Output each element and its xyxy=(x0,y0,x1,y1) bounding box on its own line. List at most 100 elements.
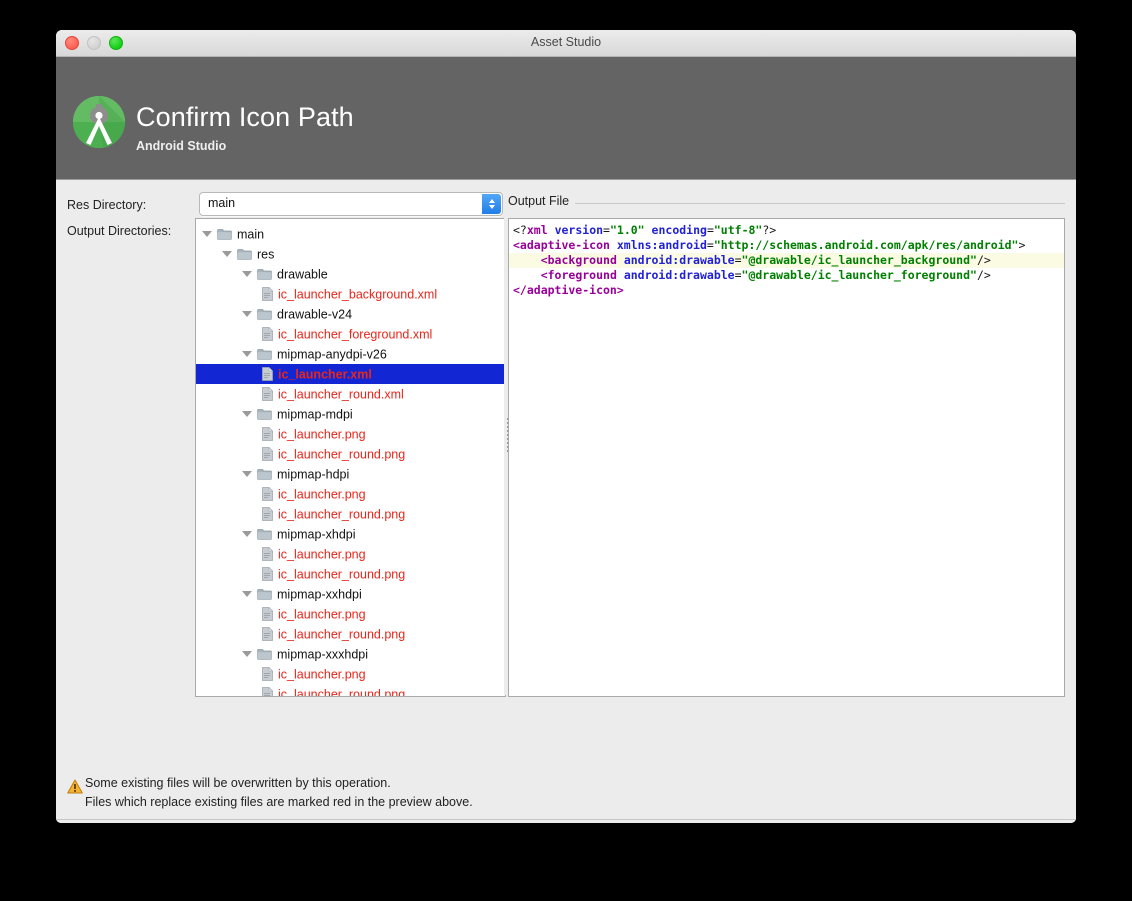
tree-row-label: mipmap-xxhdpi xyxy=(277,587,362,602)
header-text-block: Confirm Icon Path Android Studio xyxy=(136,101,354,154)
tree-row[interactable]: main xyxy=(196,224,505,244)
file-icon xyxy=(262,506,273,521)
code-token: android:drawable xyxy=(623,253,735,267)
tree-row-label: mipmap-xxxhdpi xyxy=(277,647,369,662)
window-title: Asset Studio xyxy=(530,35,602,49)
output-directories-tree[interactable]: main res drawable ic_launcher_background.xm… xyxy=(195,218,506,697)
file-icon xyxy=(262,446,273,461)
code-token: = xyxy=(706,238,714,252)
triangle-down-icon[interactable] xyxy=(242,530,252,537)
tree-row[interactable]: ic_launcher_foreground.xml xyxy=(196,324,505,344)
tree-row[interactable]: mipmap-mdpi xyxy=(196,404,505,424)
triangle-down-icon[interactable] xyxy=(222,250,232,257)
code-token: ?> xyxy=(762,223,777,237)
file-icon xyxy=(262,606,273,621)
triangle-down-icon[interactable] xyxy=(242,590,252,597)
chevron-updown-icon[interactable] xyxy=(482,194,501,214)
tree-row[interactable]: mipmap-xhdpi xyxy=(196,524,505,544)
tree-row-label: ic_launcher_background.xml xyxy=(278,287,438,302)
code-token: /> xyxy=(976,268,991,282)
code-token: "1.0" xyxy=(609,223,645,237)
code-token: </adaptive-icon> xyxy=(513,283,624,297)
tree-row[interactable]: drawable xyxy=(196,264,505,284)
dialog-footer: ? CancelPreviousNextFinish xyxy=(56,820,1076,823)
code-token: /> xyxy=(976,253,991,267)
file-icon xyxy=(262,286,273,301)
file-icon xyxy=(262,426,273,441)
code-token: <background xyxy=(540,253,617,267)
code-token: <foreground xyxy=(540,268,617,282)
tree-row-selected[interactable]: ic_launcher.xml xyxy=(196,364,505,384)
tree-row-label: drawable-v24 xyxy=(277,307,353,322)
tree-row[interactable]: mipmap-xxxhdpi xyxy=(196,644,505,664)
folder-icon xyxy=(217,228,232,240)
triangle-down-icon[interactable] xyxy=(242,270,252,277)
tree-row-label: ic_launcher.png xyxy=(278,487,366,502)
tree-row[interactable]: ic_launcher_round.xml xyxy=(196,384,505,404)
tree-row-label: main xyxy=(237,227,265,242)
warning-line-1: Some existing files will be overwritten … xyxy=(85,776,391,790)
tree-row[interactable]: ic_launcher_round.png xyxy=(196,564,505,584)
tree-row[interactable]: drawable-v24 xyxy=(196,304,505,324)
tree-row[interactable]: ic_launcher.png xyxy=(196,604,505,624)
page-title: Confirm Icon Path xyxy=(136,102,354,132)
file-icon xyxy=(262,626,273,641)
tree-row[interactable]: ic_launcher_background.xml xyxy=(196,284,505,304)
code-token: = xyxy=(734,253,742,267)
tree-row[interactable]: res xyxy=(196,244,505,264)
code-token: encoding xyxy=(651,223,707,237)
tree-row-label: ic_launcher.xml xyxy=(278,367,372,382)
tree-row[interactable]: mipmap-anydpi-v26 xyxy=(196,344,505,364)
triangle-down-icon[interactable] xyxy=(242,410,252,417)
code-token: "@drawable/ic_launcher_foreground" xyxy=(741,268,977,282)
tree-row[interactable]: ic_launcher_round.png xyxy=(196,684,505,697)
tree-row-label: mipmap-anydpi-v26 xyxy=(277,347,387,362)
tree-row-label: ic_launcher_round.png xyxy=(278,507,406,522)
tree-row-label: ic_launcher_round.png xyxy=(278,447,406,462)
tree-row[interactable]: ic_launcher_round.png xyxy=(196,444,505,464)
folder-icon xyxy=(257,408,272,420)
code-token: > xyxy=(1018,238,1026,252)
tree-row[interactable]: ic_launcher.png xyxy=(196,664,505,684)
tree-row-label: res xyxy=(257,247,275,262)
code-token: version xyxy=(554,223,604,237)
code-token: "@drawable/ic_launcher_background" xyxy=(741,253,977,267)
tree-row-label: ic_launcher_foreground.xml xyxy=(278,327,433,342)
tree-row-label: ic_launcher.png xyxy=(278,427,366,442)
output-file-group-label: Output File xyxy=(508,194,576,208)
code-token: <? xyxy=(513,223,527,237)
desktop-backdrop: Asset Studio Confirm Icon Path Android S… xyxy=(0,0,1132,901)
folder-icon xyxy=(257,528,272,540)
triangle-down-icon[interactable] xyxy=(242,470,252,477)
triangle-down-icon[interactable] xyxy=(242,310,252,317)
tree-row[interactable]: mipmap-xxhdpi xyxy=(196,584,505,604)
code-line-highlighted: <background android:drawable="@drawable/… xyxy=(509,253,1064,268)
output-file-separator xyxy=(508,203,1065,204)
res-directory-label: Res Directory: xyxy=(67,198,147,212)
tree-row[interactable]: mipmap-hdpi xyxy=(196,464,505,484)
code-line: <foreground android:drawable="@drawable/… xyxy=(509,268,1064,283)
folder-icon xyxy=(237,248,252,260)
triangle-down-icon[interactable] xyxy=(202,230,212,237)
folder-icon xyxy=(257,308,272,320)
folder-icon xyxy=(257,468,272,480)
window-titlebar[interactable]: Asset Studio xyxy=(56,30,1076,57)
res-directory-combobox[interactable]: main xyxy=(199,192,503,216)
warning-triangle-icon xyxy=(67,779,83,794)
warning-text: Some existing files will be overwritten … xyxy=(85,774,473,811)
tree-row[interactable]: ic_launcher_round.png xyxy=(196,624,505,644)
tree-row-label: ic_launcher.png xyxy=(278,607,366,622)
tree-row[interactable]: ic_launcher_round.png xyxy=(196,504,505,524)
file-icon xyxy=(262,546,273,561)
triangle-down-icon[interactable] xyxy=(242,650,252,657)
tree-row-label: ic_launcher_round.png xyxy=(278,687,406,697)
tree-row[interactable]: ic_launcher.png xyxy=(196,544,505,564)
output-file-preview[interactable]: <?xml version="1.0" encoding="utf-8"?> <a… xyxy=(508,218,1065,697)
tree-row[interactable]: ic_launcher.png xyxy=(196,484,505,504)
triangle-down-icon[interactable] xyxy=(242,350,252,357)
tree-row[interactable]: ic_launcher.png xyxy=(196,424,505,444)
tree-row-label: ic_launcher.png xyxy=(278,547,366,562)
